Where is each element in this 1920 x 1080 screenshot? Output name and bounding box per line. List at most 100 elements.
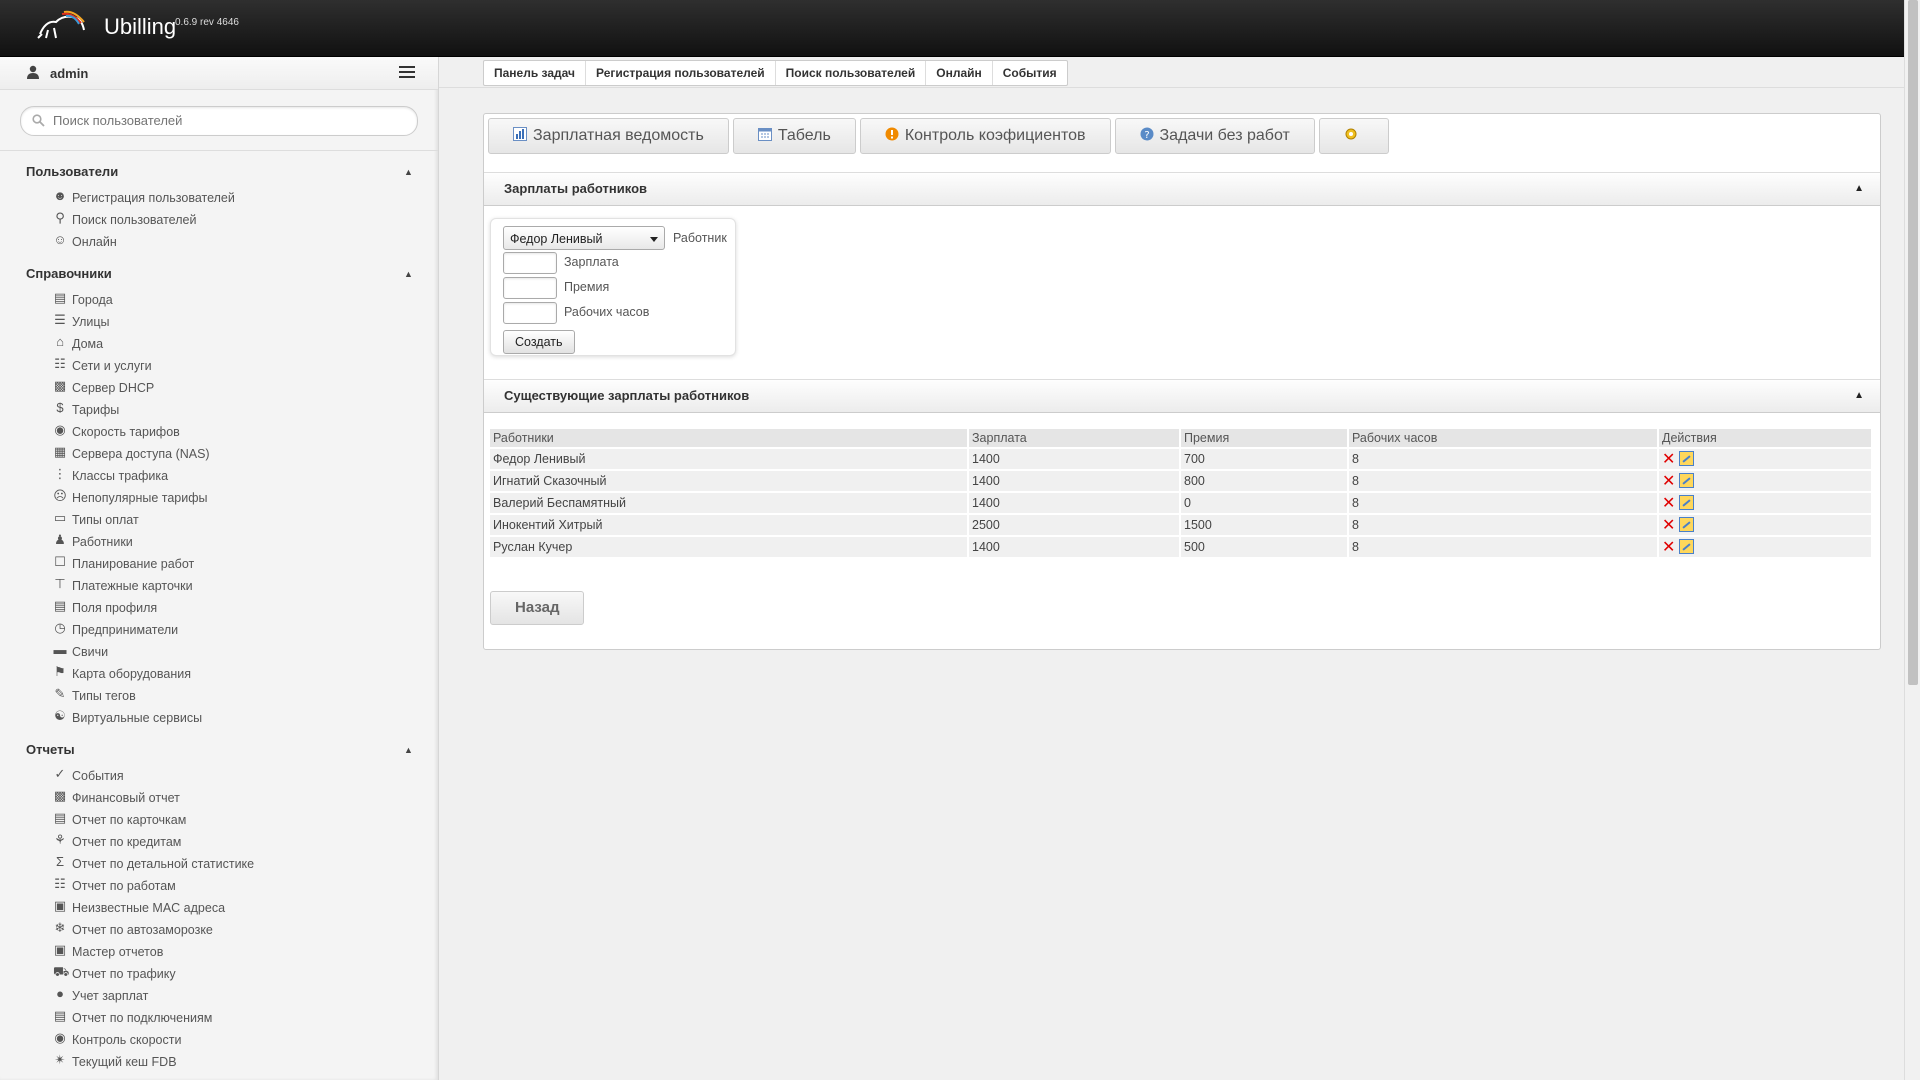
cards-report-icon: ▤: [53, 810, 67, 825]
cell-worker: Федор Ленивый: [490, 449, 969, 469]
page-scrollbar[interactable]: [1904, 0, 1920, 1080]
bonus-input[interactable]: [503, 277, 557, 299]
sidebar-item-profile-fields[interactable]: ▤ Поля профиля: [0, 597, 438, 619]
sidebar-item-online[interactable]: ☺ Онлайн: [0, 231, 438, 253]
sidebar-item-entrepreneurs[interactable]: ◷ Предприниматели: [0, 619, 438, 641]
sidebar-item-payment-types[interactable]: ▭ Типы оплат: [0, 509, 438, 531]
salary-icon: ●: [56, 986, 64, 1001]
salary-label: Зарплата: [564, 255, 619, 269]
sidebar-item-report-wizard[interactable]: ▣ Мастер отчетов: [0, 941, 438, 963]
cell-worker: Руслан Кучер: [490, 537, 969, 557]
sidebar-item-finance-report[interactable]: ▩ Финансовый отчет: [0, 787, 438, 809]
sidebar-item-traffic-classes[interactable]: ⋮ Классы трафика: [0, 465, 438, 487]
sidebar-item-streets[interactable]: ☰ Улицы: [0, 311, 438, 333]
collapse-arrow-icon[interactable]: ▲: [1854, 380, 1864, 412]
worker-select[interactable]: Федор Ленивый: [503, 226, 665, 250]
sidebar-item-payment-cards[interactable]: ⊤ Платежные карточки: [0, 575, 438, 597]
delete-icon[interactable]: ✕: [1662, 473, 1675, 490]
sidebar-item-tariffs[interactable]: $ Тарифы: [0, 399, 438, 421]
scrollbar-thumb[interactable]: [1908, 0, 1918, 685]
app-name[interactable]: Ubilling: [104, 14, 176, 40]
map-icon: ⚑: [54, 664, 66, 679]
sidebar-item-events[interactable]: ✓ События: [0, 765, 438, 787]
user-search-box[interactable]: [20, 106, 418, 136]
sidebar-item-works-report[interactable]: ☷ Отчет по работам: [0, 875, 438, 897]
col-bonus: Премия: [1181, 429, 1349, 447]
sidebar-item-detailed-stats[interactable]: Σ Отчет по детальной статистике: [0, 853, 438, 875]
street-icon: ☰: [54, 312, 66, 327]
sidebar-item-workers[interactable]: ♟ Работники: [0, 531, 438, 553]
main-content: Панель задач Регистрация пользователей П…: [439, 57, 1905, 1080]
hours-input[interactable]: [503, 302, 557, 324]
existing-salaries-header[interactable]: Существующие зарплаты работников ▲: [484, 379, 1880, 413]
cell-bonus: 700: [1181, 449, 1349, 469]
house-icon: ⌂: [56, 334, 64, 349]
sidebar-item-dhcp[interactable]: ▩ Сервер DHCP: [0, 377, 438, 399]
sidebar-item-unpopular-tariffs[interactable]: ☹ Непопулярные тарифы: [0, 487, 438, 509]
back-button[interactable]: Назад: [490, 591, 585, 625]
collapse-arrow-icon[interactable]: ▲: [404, 263, 413, 285]
sidebar-item-virtual-services[interactable]: ☯ Виртуальные сервисы: [0, 707, 438, 729]
sidebar-item-tag-types[interactable]: ✎ Типы тегов: [0, 685, 438, 707]
delete-icon[interactable]: ✕: [1662, 495, 1675, 512]
table-row: Инокентий Хитрый 2500 1500 8 ✕: [490, 515, 1873, 535]
col-actions: Действия: [1659, 429, 1873, 447]
sidebar-item-fdb-cache[interactable]: ✴ Текущий кеш FDB: [0, 1051, 438, 1073]
search-icon: [32, 114, 45, 127]
crumb-user-registration[interactable]: Регистрация пользователей: [586, 61, 776, 85]
sidebar-item-switches[interactable]: ▬ Свичи: [0, 641, 438, 663]
hamburger-menu-icon[interactable]: [399, 66, 415, 81]
crumb-events[interactable]: События: [993, 61, 1067, 85]
tab-payroll[interactable]: Зарплатная ведомость: [488, 118, 729, 154]
sidebar-item-user-registration[interactable]: ☻ Регистрация пользователей: [0, 187, 438, 209]
sidebar-item-work-planning[interactable]: ☐ Планирование работ: [0, 553, 438, 575]
delete-icon[interactable]: ✕: [1662, 451, 1675, 468]
collapse-arrow-icon[interactable]: ▲: [1854, 173, 1864, 205]
edit-icon[interactable]: [1679, 495, 1695, 510]
sidebar-item-traffic-report[interactable]: ⛟ Отчет по трафику: [0, 963, 438, 985]
cell-hours: 8: [1349, 493, 1659, 513]
sidebar-item-autofreeze-report[interactable]: ❄ Отчет по автозаморозке: [0, 919, 438, 941]
sidebar-item-networks[interactable]: ☷ Сети и услуги: [0, 355, 438, 377]
edit-icon[interactable]: [1679, 539, 1695, 554]
sidebar-item-connections-report[interactable]: ▤ Отчет по подключениям: [0, 1007, 438, 1029]
sidebar-item-nas[interactable]: ▦ Сервера доступа (NAS): [0, 443, 438, 465]
sidebar-item-speed-control[interactable]: ◉ Контроль скорости: [0, 1029, 438, 1051]
sidebar-item-salary-accounting[interactable]: ● Учет зарплат: [0, 985, 438, 1007]
collapse-arrow-icon[interactable]: ▲: [404, 161, 413, 183]
edit-icon[interactable]: [1679, 473, 1695, 488]
tab-tasks-without-works-label: Задачи без работ: [1159, 127, 1290, 144]
edit-icon[interactable]: [1679, 517, 1695, 532]
sidebar-item-credits-report[interactable]: ⚘ Отчет по кредитам: [0, 831, 438, 853]
tab-coefficient-control[interactable]: Контроль коэфициентов: [859, 118, 1111, 154]
delete-icon[interactable]: ✕: [1662, 539, 1675, 556]
user-name[interactable]: admin: [50, 66, 88, 81]
sidebar-item-equipment-map[interactable]: ⚑ Карта оборудования: [0, 663, 438, 685]
sidebar-item-unknown-mac[interactable]: ▣ Неизвестные MAC адреса: [0, 897, 438, 919]
collapse-arrow-icon[interactable]: ▲: [404, 739, 413, 761]
sidebar-item-cities[interactable]: ▤ Города: [0, 289, 438, 311]
salary-input[interactable]: [503, 252, 557, 274]
sidebar-item-cards-report[interactable]: ▤ Отчет по карточкам: [0, 809, 438, 831]
salary-section-header[interactable]: Зарплаты работников ▲: [484, 172, 1880, 206]
tab-tasks-without-works[interactable]: ? Задачи без работ: [1114, 118, 1315, 154]
profile-fields-icon: ▤: [53, 598, 67, 613]
section-directories[interactable]: Справочники ▲: [0, 263, 438, 285]
sidebar-item-user-search[interactable]: ⚲ Поиск пользователей: [0, 209, 438, 231]
crumb-online[interactable]: Онлайн: [926, 61, 993, 85]
delete-icon[interactable]: ✕: [1662, 517, 1675, 534]
ubilling-logo-icon[interactable]: [34, 8, 86, 42]
crumb-user-search[interactable]: Поиск пользователей: [776, 61, 927, 85]
sidebar-item-tariff-speed[interactable]: ◉ Скорость тарифов: [0, 421, 438, 443]
section-reports[interactable]: Отчеты ▲: [0, 739, 438, 761]
section-users[interactable]: Пользователи ▲: [0, 161, 438, 183]
svg-text:?: ?: [1144, 130, 1149, 141]
tab-settings[interactable]: [1318, 118, 1389, 154]
cell-bonus: 800: [1181, 471, 1349, 491]
user-search-input[interactable]: [51, 112, 405, 129]
sidebar-item-houses[interactable]: ⌂ Дома: [0, 333, 438, 355]
create-button[interactable]: Создать: [503, 330, 575, 354]
tab-timesheet[interactable]: Табель: [732, 118, 856, 154]
edit-icon[interactable]: [1679, 451, 1695, 466]
crumb-taskbar[interactable]: Панель задач: [484, 61, 586, 85]
